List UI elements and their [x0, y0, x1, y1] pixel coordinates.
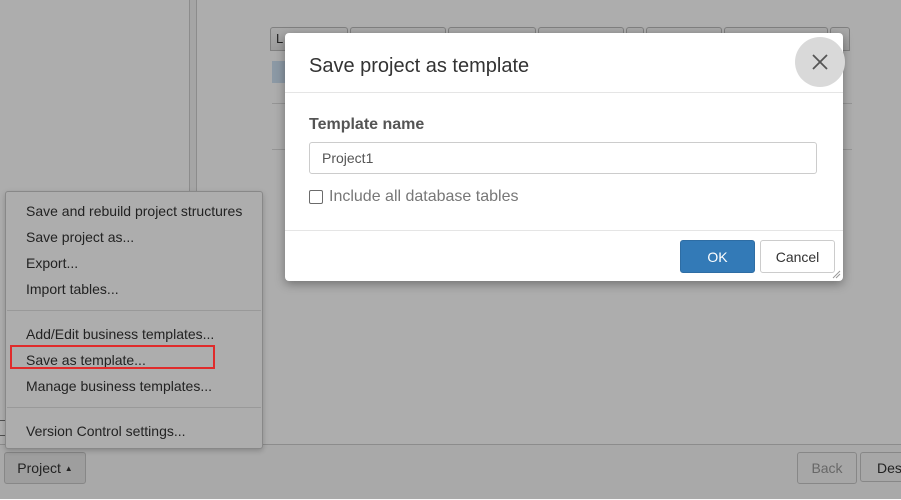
dialog-header-divider	[285, 92, 843, 93]
template-name-input[interactable]	[309, 142, 817, 174]
include-tables-label[interactable]: Include all database tables	[329, 188, 518, 206]
dialog-title: Save project as template	[309, 55, 530, 77]
ok-button[interactable]: OK	[680, 240, 755, 273]
annotation-highlight-box	[10, 345, 215, 369]
template-name-label: Template name	[309, 116, 425, 133]
dialog-footer-divider	[285, 230, 843, 231]
resize-grip-icon[interactable]	[832, 270, 841, 279]
close-icon	[812, 54, 828, 70]
close-button[interactable]	[795, 37, 845, 87]
include-tables-checkbox[interactable]	[309, 190, 323, 204]
save-as-template-dialog: Save project as template Template name I…	[285, 33, 845, 281]
cancel-button[interactable]: Cancel	[760, 240, 835, 273]
